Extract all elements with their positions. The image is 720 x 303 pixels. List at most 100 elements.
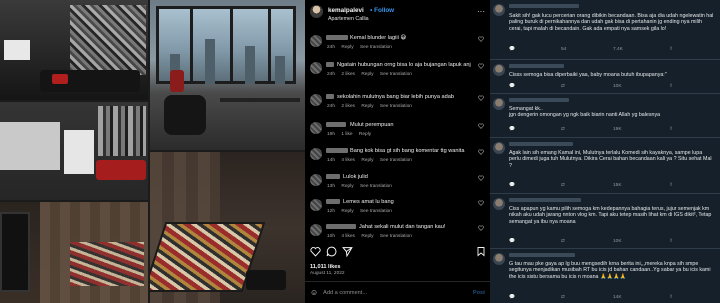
- heart-icon[interactable]: [478, 63, 484, 69]
- retweet-icon[interactable]: ⇄: [561, 295, 565, 300]
- comment-reply-button[interactable]: Reply: [341, 45, 353, 50]
- retweet-icon[interactable]: ⇄: [561, 127, 565, 132]
- comment-likes[interactable]: 4 likes: [341, 234, 355, 239]
- post-comment-button[interactable]: Post: [473, 290, 485, 296]
- comment-translate-button[interactable]: See translation: [380, 234, 412, 239]
- replier-avatar[interactable]: [493, 4, 505, 16]
- share-icon[interactable]: ⇪: [669, 183, 673, 188]
- heart-icon[interactable]: [478, 95, 484, 101]
- heart-icon[interactable]: [478, 225, 484, 231]
- reply-icon[interactable]: 💬: [509, 239, 515, 244]
- tweet-reply[interactable]: Semangat kk.. jgn dengerin omongan yg ng…: [490, 94, 720, 138]
- commenter-avatar[interactable]: [310, 199, 322, 211]
- commenter-avatar[interactable]: [310, 35, 322, 47]
- heart-icon[interactable]: [478, 123, 484, 129]
- reply-icon[interactable]: 💬: [509, 127, 515, 132]
- replier-name-redacted: [509, 253, 575, 257]
- like-count[interactable]: 10K: [613, 239, 622, 244]
- share-icon[interactable]: ⇪: [669, 295, 673, 300]
- heart-icon[interactable]: [478, 200, 484, 206]
- post-location[interactable]: Apartemen Callia: [328, 16, 394, 22]
- commenter-avatar[interactable]: [310, 148, 322, 160]
- like-count[interactable]: 10K: [613, 84, 622, 89]
- tweet-reply[interactable]: Sakit sih! gak lucu percerian orang dibi…: [490, 0, 720, 60]
- commenter-avatar[interactable]: [310, 94, 322, 106]
- comment-likes[interactable]: 4 likes: [341, 158, 355, 163]
- author-avatar[interactable]: [310, 4, 323, 18]
- retweet-icon[interactable]: ⇄: [561, 239, 565, 244]
- retweet-icon[interactable]: ⇄: [561, 183, 565, 188]
- like-count[interactable]: 7.4K: [613, 47, 623, 52]
- replier-avatar[interactable]: [493, 253, 505, 265]
- comment-reply-button[interactable]: Reply: [341, 184, 353, 189]
- commenter-avatar[interactable]: [310, 224, 322, 236]
- comment-translate-button[interactable]: See translation: [380, 72, 412, 77]
- reply-icon[interactable]: 💬: [509, 47, 515, 52]
- replier-name-redacted: [509, 4, 579, 8]
- reply-icon[interactable]: 💬: [509, 84, 515, 89]
- retweet-icon[interactable]: ⇄: [561, 84, 565, 89]
- commenter-username-redacted: [326, 94, 334, 99]
- likes-count[interactable]: 11,011 likes: [310, 264, 341, 270]
- share-icon[interactable]: ⇪: [669, 127, 673, 132]
- comment-translate-button[interactable]: See translation: [380, 158, 412, 163]
- comment-text: Jahat sekali mulut dan tangan kau!: [359, 224, 446, 230]
- comment-reply-button[interactable]: Reply: [341, 209, 353, 214]
- comment-translate-button[interactable]: See translation: [380, 104, 412, 109]
- replier-avatar[interactable]: [493, 142, 505, 154]
- comment-reply-button[interactable]: Reply: [361, 158, 373, 163]
- replier-avatar[interactable]: [493, 98, 505, 110]
- bookmark-icon[interactable]: [476, 246, 486, 257]
- comment-likes[interactable]: 2 likes: [341, 72, 355, 77]
- share-icon[interactable]: ⇪: [669, 84, 673, 89]
- tweet-text: Semangat kk.. jgn dengerin omongan yg ng…: [509, 106, 661, 119]
- tweet-reply[interactable]: Agak lain sih emang Kamal ini, Mulutnya …: [490, 138, 720, 194]
- comment-text: sekolahin mulutnya bang biar lebih punya…: [337, 94, 454, 100]
- share-icon[interactable]: ⇪: [669, 47, 673, 52]
- share-send-icon[interactable]: [342, 246, 353, 257]
- comment-reply-button[interactable]: Reply: [359, 132, 371, 137]
- replier-avatar[interactable]: [493, 198, 505, 210]
- heart-icon[interactable]: [478, 149, 484, 155]
- comment-translate-button[interactable]: See translation: [360, 209, 392, 214]
- heart-icon[interactable]: [478, 175, 484, 181]
- tweet-reply[interactable]: Ciss apapun yg kamu pilih semoga km kede…: [490, 194, 720, 249]
- comment-reply-button[interactable]: Reply: [361, 72, 373, 77]
- comment-likes[interactable]: 1 like: [341, 132, 352, 137]
- comment-reply-button[interactable]: Reply: [361, 234, 373, 239]
- more-options-icon[interactable]: ···: [477, 7, 485, 16]
- commenter-username-redacted: [326, 148, 348, 153]
- commenter-avatar[interactable]: [310, 174, 322, 186]
- comment-reply-button[interactable]: Reply: [361, 104, 373, 109]
- tweet-reply[interactable]: G tau mau pke gaya ap lg buu mengsedih k…: [490, 249, 720, 303]
- commenter-username-redacted: [326, 174, 340, 179]
- comment-translate-button[interactable]: See translation: [360, 45, 392, 50]
- replier-name-redacted: [509, 98, 569, 102]
- like-heart-icon[interactable]: [310, 246, 321, 257]
- emoji-icon[interactable]: ☺: [310, 288, 318, 297]
- share-icon[interactable]: ⇪: [669, 239, 673, 244]
- reply-icon[interactable]: 💬: [509, 295, 515, 300]
- tweet-text: Ciss apapun yg kamu pilih semoga km kede…: [509, 206, 712, 225]
- retweet-count[interactable]: 54: [561, 47, 566, 52]
- reply-icon[interactable]: 💬: [509, 183, 515, 188]
- add-comment-input[interactable]: [323, 289, 473, 296]
- like-count[interactable]: 19K: [613, 127, 622, 132]
- comment-likes[interactable]: 2 likes: [341, 104, 355, 109]
- comment-time: 19h: [327, 132, 336, 137]
- like-count[interactable]: 14K: [613, 295, 622, 300]
- commenter-avatar[interactable]: [310, 122, 322, 134]
- post-actions-bar: [310, 246, 488, 258]
- comment-text: Ngatain hubungan orng bisa lo aja bujang…: [337, 62, 471, 68]
- like-count[interactable]: 15K: [613, 183, 622, 188]
- tweet-reply[interactable]: Cisss semoga bisa diperbaiki yaa, baby m…: [490, 60, 720, 94]
- comment-time: 13h: [327, 184, 336, 189]
- replier-avatar[interactable]: [493, 64, 505, 76]
- follow-button[interactable]: • Follow: [370, 7, 394, 14]
- comment-translate-button[interactable]: See translation: [360, 184, 392, 189]
- commenter-avatar[interactable]: [310, 62, 322, 74]
- author-username[interactable]: kemalpalevi: [328, 7, 364, 14]
- heart-icon[interactable]: [478, 36, 484, 42]
- comment-bubble-icon[interactable]: [326, 246, 337, 257]
- comment-time: 24h: [327, 45, 336, 50]
